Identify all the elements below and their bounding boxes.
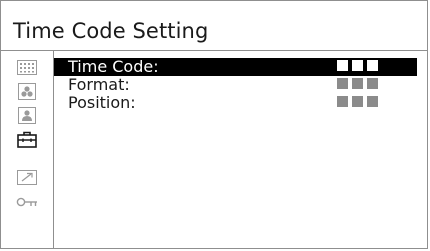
menu-item-position[interactable]: Position: — [54, 94, 417, 112]
title-divider — [1, 50, 427, 51]
key-icon[interactable] — [16, 193, 38, 210]
color-dots-icon[interactable] — [16, 83, 38, 100]
menu-item-time-code[interactable]: Time Code: — [54, 58, 417, 76]
toolbox-icon[interactable] — [16, 131, 38, 148]
page-title: Time Code Setting — [13, 19, 209, 43]
menu-item-format[interactable]: Format: — [54, 76, 417, 94]
sidebar — [1, 51, 54, 248]
menu-item-label: Format: — [68, 75, 130, 94]
menu-item-value — [337, 96, 378, 107]
menu-window: Time Code Setting Time Code: Format: Pos… — [0, 0, 428, 249]
settings-menu: Time Code: Format: Position: — [54, 58, 417, 112]
menu-item-value — [337, 60, 378, 71]
arrow-icon[interactable] — [16, 169, 38, 186]
grid-icon[interactable] — [16, 59, 38, 76]
menu-item-label: Time Code: — [68, 57, 159, 76]
menu-item-label: Position: — [68, 93, 136, 112]
person-icon[interactable] — [16, 107, 38, 124]
menu-item-value — [337, 78, 378, 89]
